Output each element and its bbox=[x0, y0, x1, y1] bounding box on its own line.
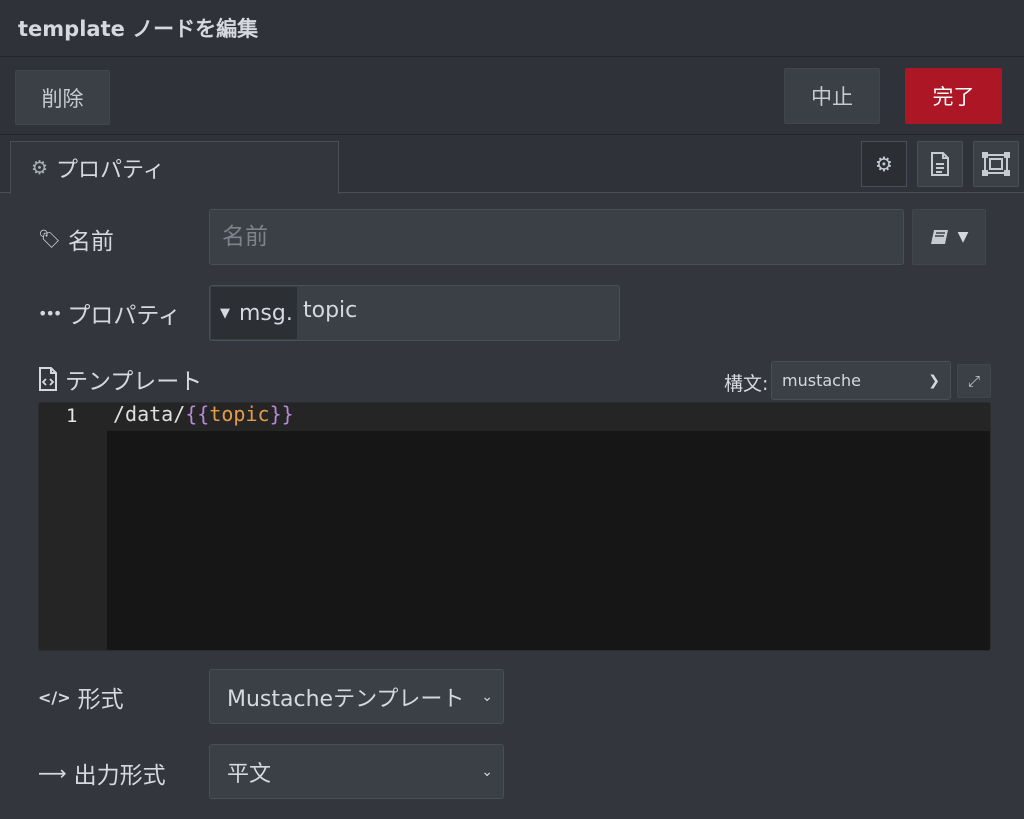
caret-down-icon: ▼ bbox=[957, 229, 969, 245]
syntax-select-value: mustache bbox=[782, 371, 861, 390]
property-label: ••• プロパティ bbox=[38, 296, 181, 330]
output-select[interactable]: 平文 ⌄ bbox=[209, 744, 504, 799]
cancel-button[interactable]: 中止 bbox=[784, 68, 880, 124]
code-variable: topic bbox=[209, 402, 270, 426]
ellipsis-icon: ••• bbox=[38, 303, 62, 323]
format-select[interactable]: Mustacheテンプレート ⌄ bbox=[209, 669, 504, 724]
tab-properties-label: プロパティ bbox=[56, 158, 165, 183]
dialog-title: template ノードを編集 bbox=[18, 17, 259, 41]
format-label-text: 形式 bbox=[77, 687, 124, 713]
node-settings-tab-button[interactable]: ⚙ bbox=[861, 141, 907, 187]
line-number: 1 bbox=[66, 405, 78, 427]
tab-properties[interactable]: ⚙ プロパティ bbox=[10, 141, 339, 194]
editor-gutter bbox=[39, 403, 107, 650]
property-type-selector[interactable]: ▼ msg. bbox=[211, 287, 297, 339]
tag-icon: 🏷 bbox=[38, 228, 61, 250]
book-icon bbox=[930, 230, 948, 244]
format-select-value: Mustacheテンプレート bbox=[227, 686, 465, 712]
gear-icon: ⚙ bbox=[31, 157, 49, 179]
code-open-braces: {{ bbox=[185, 402, 210, 426]
name-label-text: 名前 bbox=[67, 229, 114, 255]
property-type-prefix: msg. bbox=[239, 300, 293, 326]
property-value[interactable]: topic bbox=[303, 298, 357, 323]
code-line[interactable]: /data/{{topic}} bbox=[113, 402, 294, 426]
syntax-select[interactable]: mustache ❯ bbox=[771, 361, 951, 400]
template-label: テンプレート bbox=[38, 362, 202, 396]
syntax-label: 構文: bbox=[724, 373, 769, 395]
file-text-icon bbox=[931, 152, 949, 176]
chevron-down-icon: ⌄ bbox=[481, 763, 493, 780]
name-input[interactable] bbox=[209, 209, 904, 265]
code-close-braces: }} bbox=[269, 402, 294, 426]
expand-editor-button[interactable]: ⤢ bbox=[957, 364, 991, 398]
template-label-text: テンプレート bbox=[65, 369, 203, 395]
name-label: 🏷 名前 bbox=[38, 222, 114, 256]
property-label-text: プロパティ bbox=[67, 303, 181, 329]
code-prefix: /data/ bbox=[113, 402, 186, 426]
gear-icon: ⚙ bbox=[875, 152, 893, 176]
chevron-down-icon: ❯ bbox=[928, 372, 940, 389]
chevron-down-icon: ⌄ bbox=[481, 688, 493, 705]
file-code-icon bbox=[39, 367, 57, 391]
node-appearance-tab-button[interactable] bbox=[973, 141, 1019, 187]
expand-icon: ⤢ bbox=[967, 372, 980, 390]
node-description-tab-button[interactable] bbox=[917, 141, 963, 187]
code-icon: </> bbox=[38, 687, 71, 707]
output-label-text: 出力形式 bbox=[73, 763, 166, 789]
output-select-value: 平文 bbox=[227, 761, 272, 787]
delete-button[interactable]: 削除 bbox=[15, 70, 110, 125]
output-label: ⟶ 出力形式 bbox=[38, 756, 166, 790]
library-button[interactable]: ▼ bbox=[912, 209, 986, 265]
done-button[interactable]: 完了 bbox=[905, 68, 1002, 124]
template-code-editor[interactable] bbox=[38, 402, 991, 651]
object-group-icon bbox=[982, 152, 1010, 176]
caret-down-icon: ▼ bbox=[220, 305, 230, 321]
format-label: </> 形式 bbox=[38, 680, 124, 714]
arrow-right-icon: ⟶ bbox=[38, 761, 67, 785]
